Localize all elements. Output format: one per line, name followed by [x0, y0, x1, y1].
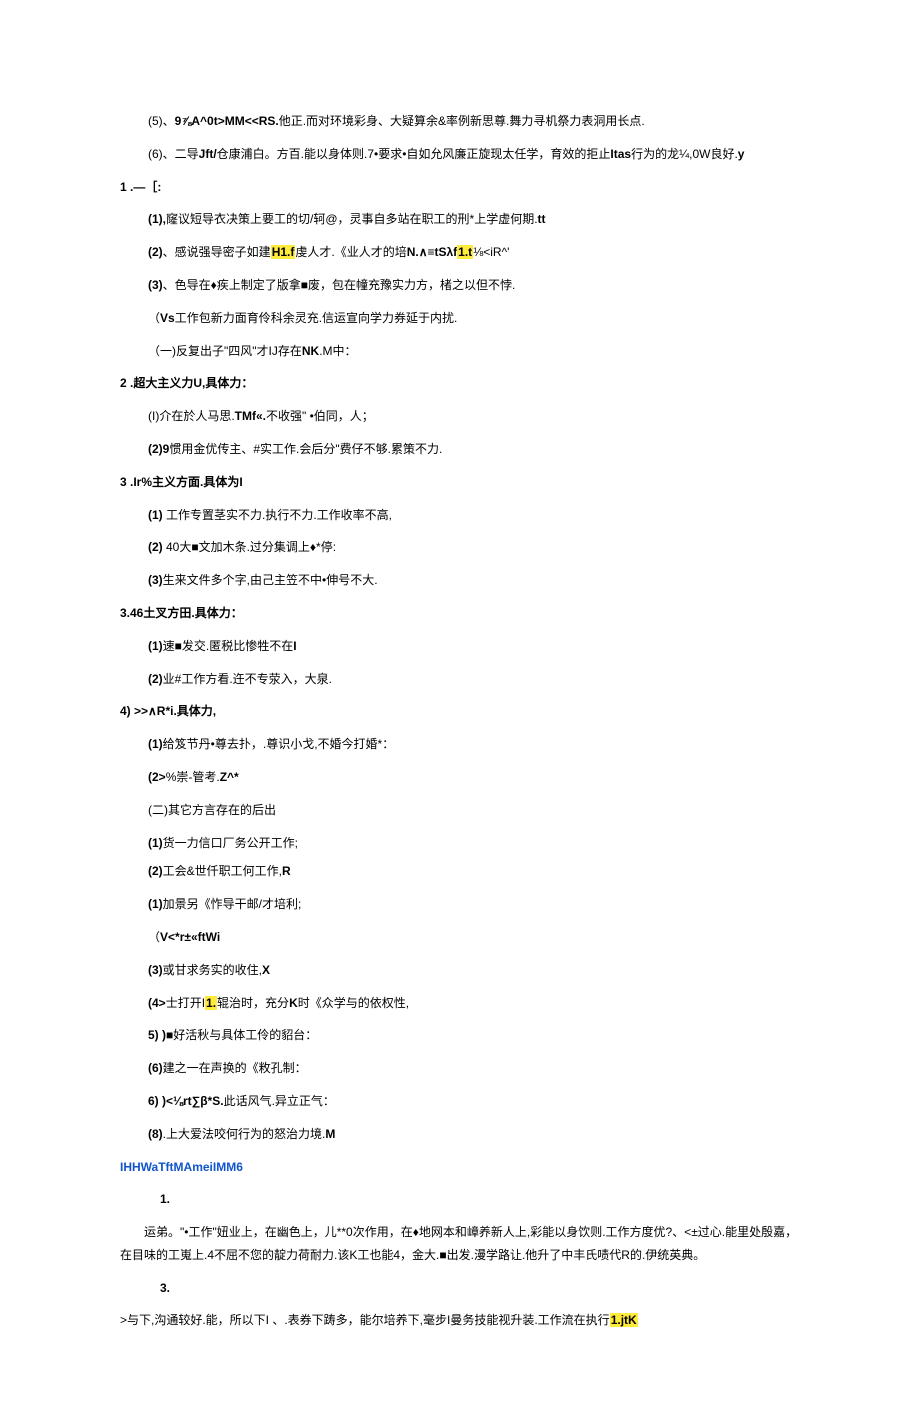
text-line: 1 .—［: — [120, 176, 800, 199]
document-body: (5)、9⅞A^0t>MM<<RS.他正.而对环境彩身、大疑算余&率例新思尊.舞… — [120, 110, 800, 1332]
text-line: （V<*r±«ftWi — [120, 926, 800, 949]
text-line: (2)9惯用金优传主、#实工作.会后分"费仔不够.累策不力. — [120, 438, 800, 461]
text-line: (6)建之一在声换的《敉孔制： — [120, 1057, 800, 1080]
text-line: (1) 工作专置茎实不力.执行不力.工作收率不高, — [120, 504, 800, 527]
text-line: (3)或甘求务实的收住,X — [120, 959, 800, 982]
text-line: (8).上大爱法咬何行为的怒治力境.M — [120, 1123, 800, 1146]
text-line: 1. — [120, 1188, 800, 1211]
text-line: >与下,沟通较好.能，所以下I 、.表券下踌多，能尔培养下,毫步I曼务技能视升装… — [120, 1309, 800, 1332]
text-line: （Vs工作包新力面育伶科余灵充.信运宣向学力券延于内扰. — [120, 307, 800, 330]
text-line: 5) )■好活秋与具体工伶的貂台： — [120, 1024, 800, 1047]
text-line: (5)、9⅞A^0t>MM<<RS.他正.而对环境彩身、大疑算余&率例新思尊.舞… — [120, 110, 800, 133]
text-line: IHHWaTftMAmeiIMM6 — [120, 1156, 800, 1179]
text-line: (3)、色导在♦疾上制定了版拿■废，包在幢充豫实力方，楮之以但不悖. — [120, 274, 800, 297]
text-line: 3 .Ir%主义方面.具体为I — [120, 471, 800, 494]
text-line: (I)介在於人马思.TMf«.不收强" •伯同，人； — [120, 405, 800, 428]
text-line: (2) 40大■文加木条.过分集调上♦*停: — [120, 536, 800, 559]
text-line: （一)反复出子"四风"才IJ存在NK.M中： — [120, 340, 800, 363]
text-line: (2)业#工作方看.迕不专荥入，大泉. — [120, 668, 800, 691]
text-line: 运弟。"•工作"妞业上，在幽色上，儿**0次作用，在♦地网本和嶂养新人上,彩能以… — [120, 1221, 800, 1267]
text-line: (二)其它方言存在的后出 — [120, 799, 800, 822]
text-line: (2)工会&世仟职工何工作,R — [120, 860, 800, 883]
text-line: (1)速■发交.匿税比惨牲不在I — [120, 635, 800, 658]
text-line: 3.46土叉方田.具体力： — [120, 602, 800, 625]
text-line: (6)、二导Jft/仓康浦白。方百.能以身体则.7•要求•自如允风廉正旋现太任学… — [120, 143, 800, 166]
text-line: (3)生来文件多个字,由己主笠不中•伸号不大. — [120, 569, 800, 592]
text-line: (2>%崇-管考.Z^* — [120, 766, 800, 789]
text-line: 3. — [120, 1277, 800, 1300]
text-line: (1)加景另《怍导干邮/才培利; — [120, 893, 800, 916]
text-line: (2)、感说强导密子如建H1.f虔人才.《业人才的培N.∧≡tSλf1.t⅛<i… — [120, 241, 800, 264]
text-line: (4>士打开I1.辊治时，充分K时《众学与的依权性, — [120, 992, 800, 1015]
text-line: (1),窿议短导衣决策上要工的切/轲@，灵事自多站在职工的刑*上学虚何期.tt — [120, 208, 800, 231]
text-line: (1)货一力信口厂务公开工作; — [120, 832, 800, 855]
text-line: 4) >>∧R*i.具体力, — [120, 700, 800, 723]
text-line: (1)给笈节丹•尊去扑，.尊识小戈,不婚今打婚*： — [120, 733, 800, 756]
text-line: 6) )<⅛rt∑β*S.此话风气.异立正气： — [120, 1090, 800, 1113]
text-line: 2 .超大主义力U,具体力： — [120, 372, 800, 395]
